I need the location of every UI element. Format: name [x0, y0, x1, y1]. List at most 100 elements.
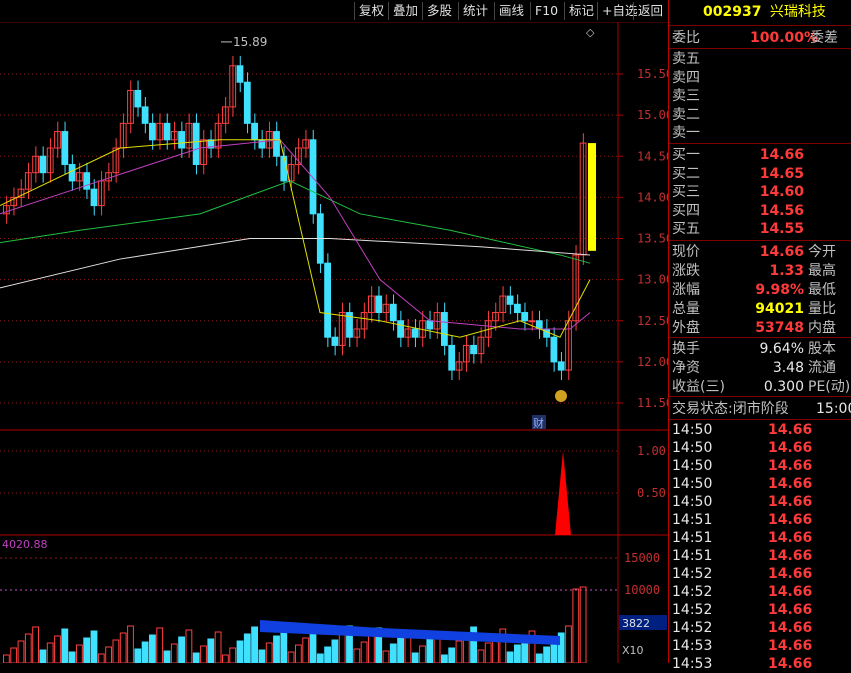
high-price-label: 15.89	[233, 35, 267, 49]
candle-body	[514, 303, 521, 314]
volume-bar	[353, 648, 361, 663]
candle-body	[441, 312, 448, 346]
tick-price: 14.66	[768, 566, 813, 582]
volume-bar	[68, 651, 76, 663]
tick-row: 14:51 14.66	[672, 529, 850, 547]
volume-bar	[572, 588, 580, 663]
buy-level-label: 买一	[672, 147, 700, 163]
fund-value: 0.300	[763, 379, 804, 395]
toolbar-button-6[interactable]: 标记	[564, 2, 598, 20]
candle-body	[83, 172, 91, 190]
quote-label: 涨跌	[672, 263, 700, 279]
volume-bar	[24, 633, 32, 663]
tick-row: 14:52 14.66	[672, 619, 850, 637]
volume-bar	[46, 642, 54, 663]
volume-bar	[90, 630, 98, 663]
fund-label2: PE(动)	[808, 379, 851, 395]
volume-bar	[222, 654, 229, 663]
buy-level: 买一 14.66	[672, 146, 850, 164]
toolbar-button-8[interactable]: 返回	[633, 2, 667, 20]
volume-bar	[419, 645, 426, 663]
candle-body	[251, 122, 258, 141]
trade-status-time: 15:00:	[816, 401, 851, 417]
candle-body	[521, 312, 529, 322]
volume-bar	[236, 640, 244, 663]
stock-name: 兴瑞科技	[769, 4, 826, 20]
tick-price: 14.66	[768, 512, 813, 528]
toolbar-button-1[interactable]: 叠加	[388, 2, 422, 20]
volume-bar	[149, 634, 156, 663]
tick-time: 14:52	[672, 566, 713, 582]
volume-bar	[251, 626, 258, 663]
tick-row: 14:50 14.66	[672, 457, 850, 475]
volume-bar	[338, 632, 346, 663]
y-tick-label: 11.50	[637, 396, 668, 410]
ma-white	[0, 238, 591, 289]
volume-bar	[316, 653, 324, 663]
tick-price: 14.66	[768, 458, 813, 474]
volume-scale: X10	[622, 644, 644, 657]
volume-current: 3822	[622, 617, 650, 630]
volume-bar	[331, 639, 339, 663]
tick-price: 14.66	[768, 584, 813, 600]
tick-time: 14:52	[672, 602, 713, 618]
candle-body	[273, 131, 280, 157]
buy-level-price: 14.60	[759, 184, 804, 200]
weibi-row: 委比 100.00% 委差	[672, 29, 850, 47]
tick-row: 14:52 14.66	[672, 583, 850, 601]
volume-bar	[477, 649, 485, 663]
quote-label: 现价	[672, 244, 700, 260]
tick-time: 14:50	[672, 476, 713, 492]
buy-level-price: 14.65	[759, 165, 804, 182]
tick-price: 14.66	[768, 656, 813, 672]
toolbar-button-3[interactable]: 统计	[458, 2, 492, 20]
volume-bar	[112, 639, 120, 663]
candle-body	[192, 122, 200, 165]
quote-label: 涨幅	[672, 282, 700, 298]
fund-label2: 股本	[808, 341, 836, 357]
candle-body	[324, 262, 332, 338]
sell-level-label: 卖二	[672, 106, 700, 123]
volume-bar	[579, 586, 587, 663]
tick-time: 14:50	[672, 458, 713, 474]
volume-bar	[10, 647, 18, 663]
kline-chart[interactable]: 15.50 15.00 14.50 14.00 13.50 13.00 12.50 12.00…	[0, 22, 668, 663]
cai-badge: 财	[533, 416, 544, 430]
volume-bar	[170, 643, 178, 663]
volume-bar	[543, 646, 551, 663]
tick-row: 14:50 14.66	[672, 421, 850, 439]
buy-level: 买二 14.65	[672, 165, 850, 183]
fund-value: 9.64%	[759, 341, 804, 357]
tick-time: 14:52	[672, 584, 713, 600]
toolbar-button-5[interactable]: F10	[530, 2, 562, 20]
buy-level-label: 买四	[672, 202, 700, 219]
quote-value: 53748	[755, 320, 804, 336]
volume-bar	[368, 634, 375, 663]
candle-body	[470, 344, 478, 355]
quote-label2: 量比	[808, 301, 836, 317]
toolbar-button-2[interactable]: 多股	[422, 2, 456, 20]
quote-label: 总量	[672, 301, 700, 317]
volume-label: 4020.88	[2, 538, 48, 551]
volume-bar	[506, 651, 514, 663]
y-tick-label: 14.00	[637, 190, 668, 204]
toolbar-button-4[interactable]: 画线	[494, 2, 528, 20]
tick-row: 14:50 14.66	[672, 475, 850, 493]
ma-green	[0, 180, 591, 264]
tick-price: 14.66	[768, 530, 813, 546]
toolbar-button-0[interactable]: 复权	[354, 2, 388, 20]
fund-row: 收益(三) 0.300 PE(动)	[672, 378, 850, 396]
candle-body	[280, 155, 288, 182]
stock-code: 002937	[703, 4, 762, 20]
quote-value: 14.66	[759, 244, 804, 260]
y-tick-label: 14.50	[637, 149, 668, 163]
buy-level-label: 买五	[672, 221, 700, 237]
buy-level-label: 买二	[672, 165, 700, 182]
candle-body	[375, 295, 383, 314]
volume-bar	[61, 628, 69, 663]
candle-body	[309, 139, 317, 215]
volume-bar	[83, 637, 91, 663]
tick-row: 14:53 14.66	[672, 655, 850, 673]
candle-body	[426, 320, 434, 330]
volume-bar	[265, 642, 273, 663]
